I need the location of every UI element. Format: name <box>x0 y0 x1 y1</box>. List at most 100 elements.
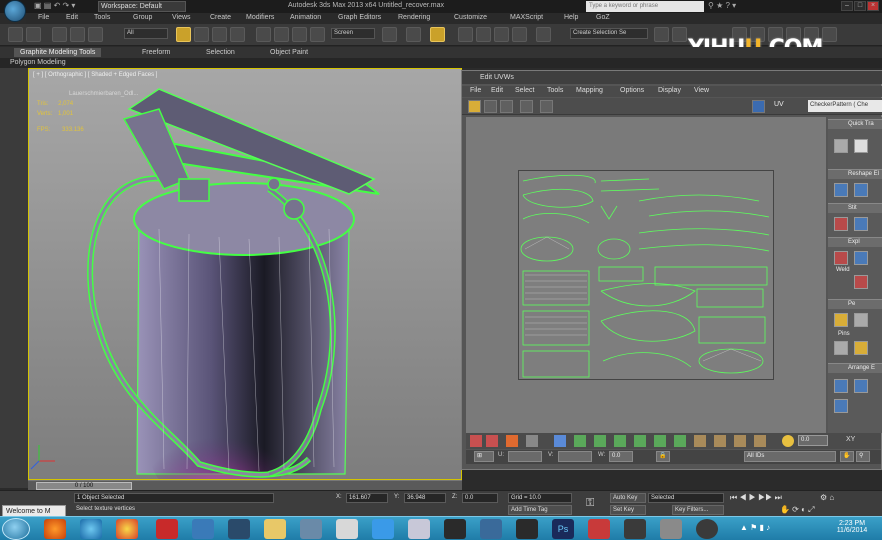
menu-help[interactable]: Help <box>564 14 578 21</box>
perspective-viewport[interactable]: [ + ] [ Orthographic ] [ Shaded + Edged … <box>28 68 462 480</box>
menu-maxscript[interactable]: MAXScript <box>510 14 543 21</box>
firefox-icon[interactable] <box>44 519 66 539</box>
select-object-icon[interactable] <box>176 27 191 42</box>
uv-scale-icon[interactable] <box>500 100 513 113</box>
app-icon-10[interactable] <box>696 519 718 539</box>
quick-access-icons[interactable]: ▣ ▤ ↶ ↷ ▾ <box>34 1 75 11</box>
texture-dropdown[interactable]: CheckerPattern ( Che <box>808 100 882 112</box>
unpin-icon[interactable] <box>854 341 868 355</box>
search-input[interactable]: Type a keyword or phrase <box>586 1 704 12</box>
selection-filter-dropdown[interactable]: All <box>124 28 168 39</box>
sculpt-icon[interactable] <box>734 435 746 447</box>
pelt-icon[interactable] <box>854 313 868 327</box>
uv-display-icon[interactable] <box>752 100 765 113</box>
peel-header[interactable]: Pe <box>828 299 882 309</box>
bind-icon[interactable] <box>88 27 103 42</box>
loop-icon[interactable] <box>614 435 626 447</box>
pen-icon[interactable] <box>694 435 706 447</box>
selection-region-icon[interactable] <box>212 27 227 42</box>
system-tray-icons[interactable]: ▲ ⚑ ▮ ♪ <box>740 523 770 532</box>
time-config-icon[interactable]: ⚙ ⌂ <box>820 493 834 502</box>
app-logo-icon[interactable] <box>4 0 26 22</box>
pinch-icon[interactable] <box>754 435 766 447</box>
dropbox-icon[interactable] <box>372 519 394 539</box>
key-filters-button[interactable]: Key Filters... <box>672 505 724 515</box>
viewport-nav-controls[interactable]: ✋ ⟳ ◐ ⤢ <box>780 505 815 515</box>
place-icon[interactable] <box>310 27 325 42</box>
menu-group[interactable]: Group <box>133 14 152 21</box>
playback-controls[interactable]: ⏮ ◀ ▶ ▶▶ ⏭ <box>730 493 782 503</box>
edge-select-icon[interactable] <box>486 435 498 447</box>
y-coordinate-field[interactable]: 36.948 <box>404 493 446 503</box>
quick-transform-header[interactable]: Quick Tra <box>828 119 882 129</box>
stitch-source-icon[interactable] <box>834 217 848 231</box>
rescale-icon[interactable] <box>854 379 868 393</box>
taskbar-clock[interactable]: 2:23 PM 11/6/2014 <box>832 520 872 534</box>
named-selection-set-dropdown[interactable]: Create Selection Se <box>570 28 648 39</box>
pivot-icon[interactable] <box>382 27 397 42</box>
shrink-icon[interactable] <box>594 435 606 447</box>
menu-animation[interactable]: Animation <box>290 14 321 21</box>
paint-select-icon[interactable] <box>654 435 666 447</box>
stitch-header[interactable]: Stit <box>828 203 882 213</box>
uv-menu-view[interactable]: View <box>694 87 709 94</box>
break-icon[interactable] <box>834 251 848 265</box>
reshape-elements-header[interactable]: Reshape El <box>828 169 882 179</box>
redo-icon[interactable] <box>26 27 41 42</box>
set-key-button[interactable]: Set Key <box>610 505 646 515</box>
uv-menu-tools[interactable]: Tools <box>547 87 563 94</box>
percent-snap-icon[interactable] <box>494 27 509 42</box>
pack-together-icon[interactable] <box>834 399 848 413</box>
help-icons[interactable]: ⚲ ★ ? ▾ <box>708 1 736 11</box>
tab-selection[interactable]: Selection <box>200 48 241 57</box>
menu-tools[interactable]: Tools <box>94 14 110 21</box>
chrome-icon[interactable] <box>116 519 138 539</box>
brush-icon[interactable] <box>714 435 726 447</box>
soft-selection-spinner[interactable]: 0.0 <box>798 435 828 446</box>
face-select-icon[interactable] <box>506 435 518 447</box>
select-by-name-icon[interactable] <box>194 27 209 42</box>
weld-icon[interactable] <box>854 275 868 289</box>
ie-icon[interactable] <box>80 519 102 539</box>
menu-graph-editors[interactable]: Graph Editors <box>338 14 381 21</box>
uv-freeform-icon[interactable] <box>520 100 533 113</box>
uv-menu-mapping[interactable]: Mapping <box>576 87 603 94</box>
stitch-target-icon[interactable] <box>854 217 868 231</box>
menu-edit[interactable]: Edit <box>66 14 78 21</box>
app-icon-5[interactable] <box>480 519 502 539</box>
app-icon-7[interactable] <box>588 519 610 539</box>
pivot-t-icon[interactable] <box>854 139 868 153</box>
auto-key-button[interactable]: Auto Key <box>610 493 646 503</box>
menu-create[interactable]: Create <box>210 14 231 21</box>
rotate-icon[interactable] <box>274 27 289 42</box>
time-slider-track[interactable]: 0 / 100 <box>28 480 462 490</box>
select-by-element-icon[interactable] <box>554 435 566 447</box>
lock-icon[interactable]: 🔒 <box>656 451 670 462</box>
link-icon[interactable] <box>52 27 67 42</box>
straighten-icon[interactable] <box>834 183 848 197</box>
explorer-icon[interactable] <box>264 519 286 539</box>
mirror-icon[interactable] <box>654 27 669 42</box>
window-crossing-icon[interactable] <box>230 27 245 42</box>
relax-icon[interactable] <box>854 183 868 197</box>
time-slider[interactable]: 0 / 100 <box>36 482 132 490</box>
uv-move-icon[interactable] <box>468 100 481 113</box>
v-field[interactable] <box>558 451 592 462</box>
pan-icon[interactable]: ✋ <box>840 451 854 462</box>
tab-object-paint[interactable]: Object Paint <box>264 48 314 57</box>
unlink-icon[interactable] <box>70 27 85 42</box>
minimize-button[interactable]: – <box>841 1 853 11</box>
grow-icon[interactable] <box>574 435 586 447</box>
element-select-icon[interactable] <box>526 435 538 447</box>
menu-modifiers[interactable]: Modifiers <box>246 14 274 21</box>
uv-mirror-icon[interactable] <box>540 100 553 113</box>
vertex-select-icon[interactable] <box>470 435 482 447</box>
pin-icon[interactable] <box>834 341 848 355</box>
uv-menu-options[interactable]: Options <box>620 87 644 94</box>
uv-menu-select[interactable]: Select <box>515 87 534 94</box>
app-icon-4[interactable] <box>444 519 466 539</box>
tab-graphite-modeling-tools[interactable]: Graphite Modeling Tools <box>14 48 102 57</box>
key-mode-dropdown[interactable]: Selected <box>648 493 724 503</box>
render-production-icon[interactable] <box>822 27 837 42</box>
lock-selection-icon[interactable]: ⊞ <box>474 451 494 462</box>
